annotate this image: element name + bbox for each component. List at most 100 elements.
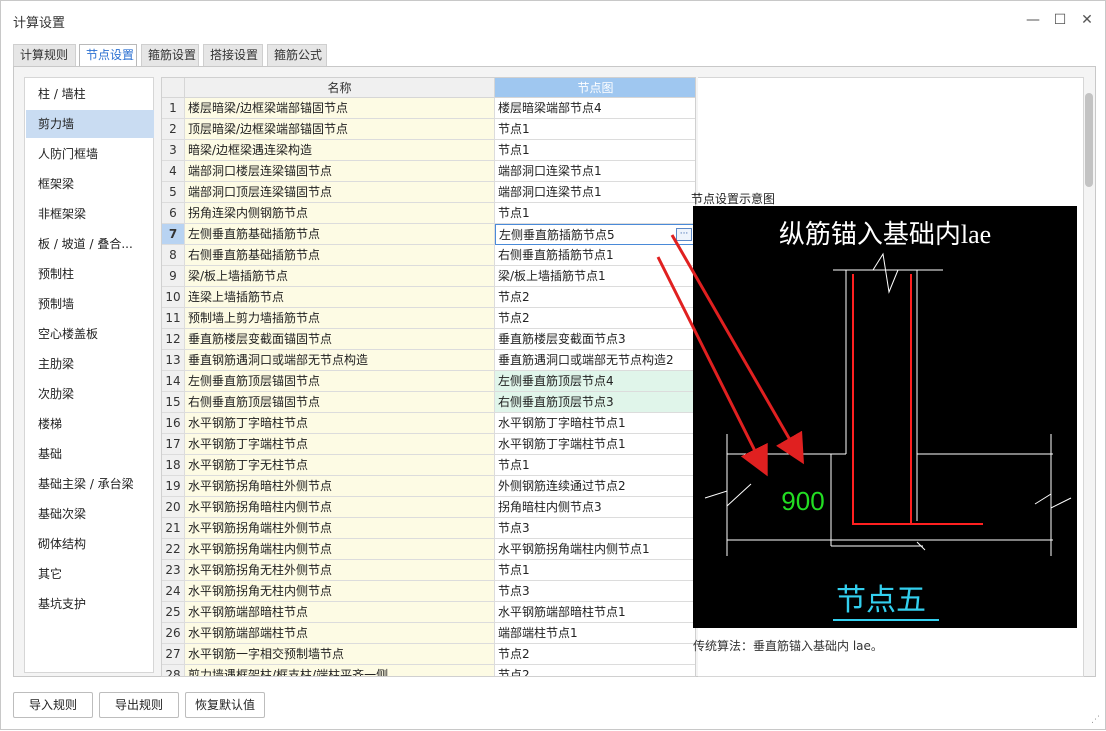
sidebar-item[interactable]: 次肋梁 xyxy=(26,380,154,408)
row-name-cell[interactable]: 左侧垂直筋顶层锚固节点 xyxy=(185,371,495,392)
table-row[interactable]: 22 水平钢筋拐角端柱内侧节点 水平钢筋拐角端柱内侧节点1 xyxy=(162,539,695,560)
row-name-cell[interactable]: 垂直钢筋遇洞口或端部无节点构造 xyxy=(185,350,495,371)
row-diagram-cell[interactable]: 左侧垂直筋插筋节点5 ··· xyxy=(495,224,695,245)
sidebar-item[interactable]: 非框架梁 xyxy=(26,200,154,228)
row-diagram-cell[interactable]: 节点1 xyxy=(495,140,695,161)
row-diagram-cell[interactable]: 垂直筋楼层变截面节点3 xyxy=(495,329,695,350)
restore-defaults-button[interactable]: 恢复默认值 xyxy=(185,692,265,718)
tab-stirrup-settings[interactable]: 箍筋设置 xyxy=(141,44,199,66)
sidebar-item[interactable]: 基坑支护 xyxy=(26,590,154,618)
row-diagram-cell[interactable]: 梁/板上墙插筋节点1 xyxy=(495,266,695,287)
row-name-cell[interactable]: 水平钢筋拐角暗柱外侧节点 xyxy=(185,476,495,497)
row-diagram-cell[interactable]: 外侧钢筋连续通过节点2 xyxy=(495,476,695,497)
sidebar-item[interactable]: 基础 xyxy=(26,440,154,468)
row-diagram-cell[interactable]: 右侧垂直筋顶层节点3 xyxy=(495,392,695,413)
table-row[interactable]: 15 右侧垂直筋顶层锚固节点 右侧垂直筋顶层节点3 xyxy=(162,392,695,413)
table-row[interactable]: 4 端部洞口楼层连梁锚固节点 端部洞口连梁节点1 xyxy=(162,161,695,182)
row-name-cell[interactable]: 水平钢筋丁字无柱节点 xyxy=(185,455,495,476)
row-name-cell[interactable]: 水平钢筋拐角端柱内侧节点 xyxy=(185,539,495,560)
table-row[interactable]: 6 拐角连梁内侧钢筋节点 节点1 xyxy=(162,203,695,224)
browse-diagram-button[interactable]: ··· xyxy=(676,228,692,241)
row-name-cell[interactable]: 水平钢筋拐角暗柱内侧节点 xyxy=(185,497,495,518)
table-row[interactable]: 18 水平钢筋丁字无柱节点 节点1 xyxy=(162,455,695,476)
row-name-cell[interactable]: 水平钢筋端部暗柱节点 xyxy=(185,602,495,623)
close-button[interactable]: ✕ xyxy=(1076,9,1098,31)
export-rules-button[interactable]: 导出规则 xyxy=(99,692,179,718)
row-name-cell[interactable]: 水平钢筋丁字端柱节点 xyxy=(185,434,495,455)
table-row[interactable]: 16 水平钢筋丁字暗柱节点 水平钢筋丁字暗柱节点1 xyxy=(162,413,695,434)
row-diagram-cell[interactable]: 端部洞口连梁节点1 xyxy=(495,182,695,203)
sidebar-item[interactable]: 其它 xyxy=(26,560,154,588)
tab-lap-settings[interactable]: 搭接设置 xyxy=(203,44,263,66)
tab-stirrup-formula[interactable]: 箍筋公式 xyxy=(267,44,327,66)
row-diagram-cell[interactable]: 节点1 xyxy=(495,119,695,140)
row-name-cell[interactable]: 水平钢筋拐角无柱外侧节点 xyxy=(185,560,495,581)
table-row[interactable]: 10 连梁上墙插筋节点 节点2 xyxy=(162,287,695,308)
table-row[interactable]: 17 水平钢筋丁字端柱节点 水平钢筋丁字端柱节点1 xyxy=(162,434,695,455)
row-name-cell[interactable]: 水平钢筋拐角端柱外侧节点 xyxy=(185,518,495,539)
row-diagram-cell[interactable]: 节点1 xyxy=(495,203,695,224)
sidebar-item[interactable]: 预制柱 xyxy=(26,260,154,288)
minimize-button[interactable]: — xyxy=(1022,9,1044,31)
row-name-cell[interactable]: 右侧垂直筋基础插筋节点 xyxy=(185,245,495,266)
import-rules-button[interactable]: 导入规则 xyxy=(13,692,93,718)
table-row[interactable]: 23 水平钢筋拐角无柱外侧节点 节点1 xyxy=(162,560,695,581)
row-diagram-cell[interactable]: 节点1 xyxy=(495,560,695,581)
sidebar-item[interactable]: 主肋梁 xyxy=(26,350,154,378)
row-name-cell[interactable]: 水平钢筋端部端柱节点 xyxy=(185,623,495,644)
table-row[interactable]: 5 端部洞口顶层连梁锚固节点 端部洞口连梁节点1 xyxy=(162,182,695,203)
row-diagram-cell[interactable]: 节点2 xyxy=(495,287,695,308)
row-name-cell[interactable]: 水平钢筋一字相交预制墙节点 xyxy=(185,644,495,665)
tab-node-settings[interactable]: 节点设置 xyxy=(79,44,137,67)
row-name-cell[interactable]: 暗梁/边框梁遇连梁构造 xyxy=(185,140,495,161)
table-row[interactable]: 8 右侧垂直筋基础插筋节点 右侧垂直筋插筋节点1 xyxy=(162,245,695,266)
sidebar-item[interactable]: 基础次梁 xyxy=(26,500,154,528)
table-row[interactable]: 1 楼层暗梁/边框梁端部锚固节点 楼层暗梁端部节点4 xyxy=(162,98,695,119)
table-row[interactable]: 13 垂直钢筋遇洞口或端部无节点构造 垂直筋遇洞口或端部无节点构造2 xyxy=(162,350,695,371)
table-row[interactable]: 14 左侧垂直筋顶层锚固节点 左侧垂直筋顶层节点4 xyxy=(162,371,695,392)
tab-calc-rules[interactable]: 计算规则 xyxy=(13,44,76,66)
sidebar-item[interactable]: 人防门框墙 xyxy=(26,140,154,168)
maximize-button[interactable]: ☐ xyxy=(1049,9,1071,31)
row-diagram-cell[interactable]: 水平钢筋丁字端柱节点1 xyxy=(495,434,695,455)
row-diagram-cell[interactable]: 端部端柱节点1 xyxy=(495,623,695,644)
row-name-cell[interactable]: 剪力墙遇框架柱/框支柱/端柱平齐一侧 xyxy=(185,665,495,676)
table-row[interactable]: 2 顶层暗梁/边框梁端部锚固节点 节点1 xyxy=(162,119,695,140)
row-diagram-cell[interactable]: 节点2 xyxy=(495,308,695,329)
row-diagram-cell[interactable]: 右侧垂直筋插筋节点1 xyxy=(495,245,695,266)
row-name-cell[interactable]: 楼层暗梁/边框梁端部锚固节点 xyxy=(185,98,495,119)
row-diagram-cell[interactable]: 水平钢筋端部暗柱节点1 xyxy=(495,602,695,623)
row-diagram-cell[interactable]: 端部洞口连梁节点1 xyxy=(495,161,695,182)
sidebar-item[interactable]: 剪力墙 xyxy=(26,110,154,138)
row-name-cell[interactable]: 顶层暗梁/边框梁端部锚固节点 xyxy=(185,119,495,140)
sidebar-item[interactable]: 柱 / 墙柱 xyxy=(26,80,154,108)
row-diagram-cell[interactable]: 垂直筋遇洞口或端部无节点构造2 xyxy=(495,350,695,371)
row-diagram-cell[interactable]: 拐角暗柱内侧节点3 xyxy=(495,497,695,518)
table-row[interactable]: 24 水平钢筋拐角无柱内侧节点 节点3 xyxy=(162,581,695,602)
table-row[interactable]: 11 预制墙上剪力墙插筋节点 节点2 xyxy=(162,308,695,329)
row-name-cell[interactable]: 梁/板上墙插筋节点 xyxy=(185,266,495,287)
sidebar-item[interactable]: 预制墙 xyxy=(26,290,154,318)
sidebar-item[interactable]: 板 / 坡道 / 叠合... xyxy=(26,230,154,258)
row-name-cell[interactable]: 端部洞口楼层连梁锚固节点 xyxy=(185,161,495,182)
row-diagram-cell[interactable]: 节点1 xyxy=(495,455,695,476)
preview-scrollbar[interactable] xyxy=(1085,93,1093,187)
row-diagram-cell[interactable]: 楼层暗梁端部节点4 xyxy=(495,98,695,119)
sidebar-item[interactable]: 砌体结构 xyxy=(26,530,154,558)
row-name-cell[interactable]: 端部洞口顶层连梁锚固节点 xyxy=(185,182,495,203)
row-diagram-cell[interactable]: 水平钢筋丁字暗柱节点1 xyxy=(495,413,695,434)
row-diagram-cell[interactable]: 左侧垂直筋顶层节点4 xyxy=(495,371,695,392)
sidebar-item[interactable]: 空心楼盖板 xyxy=(26,320,154,348)
table-row[interactable]: 28 剪力墙遇框架柱/框支柱/端柱平齐一侧 节点2 xyxy=(162,665,695,676)
table-row[interactable]: 25 水平钢筋端部暗柱节点 水平钢筋端部暗柱节点1 xyxy=(162,602,695,623)
row-name-cell[interactable]: 拐角连梁内侧钢筋节点 xyxy=(185,203,495,224)
row-name-cell[interactable]: 预制墙上剪力墙插筋节点 xyxy=(185,308,495,329)
resize-grip[interactable]: ⋰ xyxy=(1091,715,1101,725)
sidebar-item[interactable]: 基础主梁 / 承台梁 xyxy=(26,470,154,498)
row-name-cell[interactable]: 垂直筋楼层变截面锚固节点 xyxy=(185,329,495,350)
table-row[interactable]: 20 水平钢筋拐角暗柱内侧节点 拐角暗柱内侧节点3 xyxy=(162,497,695,518)
table-row[interactable]: 3 暗梁/边框梁遇连梁构造 节点1 xyxy=(162,140,695,161)
row-name-cell[interactable]: 右侧垂直筋顶层锚固节点 xyxy=(185,392,495,413)
table-row[interactable]: 12 垂直筋楼层变截面锚固节点 垂直筋楼层变截面节点3 xyxy=(162,329,695,350)
sidebar-item[interactable]: 框架梁 xyxy=(26,170,154,198)
